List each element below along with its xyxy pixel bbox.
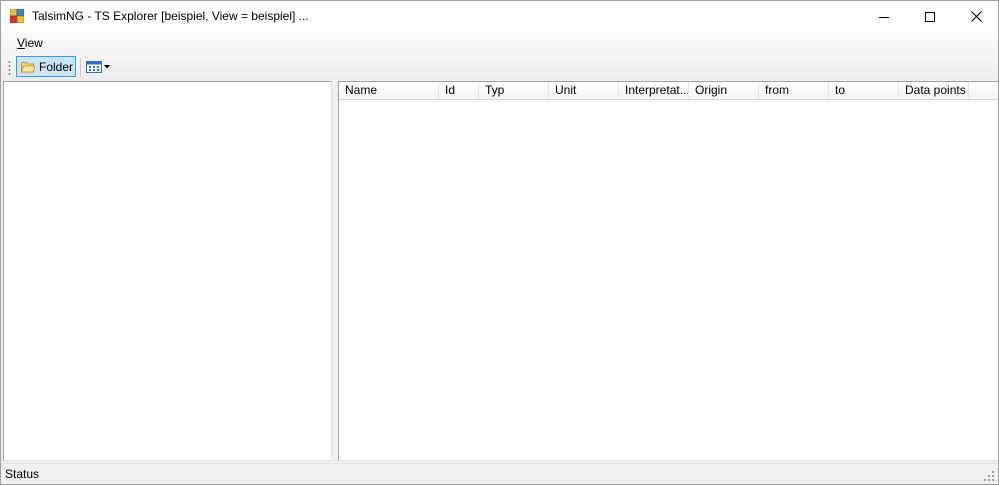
- menu-item-view[interactable]: View: [11, 35, 49, 52]
- close-icon: [970, 11, 982, 22]
- folder-tree-panel[interactable]: [3, 81, 332, 461]
- toolbar-grip[interactable]: [8, 60, 11, 76]
- list-header: Name Id Typ Unit Interpretat... Origin f…: [339, 82, 998, 100]
- title-bar[interactable]: TalsimNG - TS Explorer [beispiel, View =…: [1, 1, 998, 32]
- maximize-button[interactable]: [907, 1, 953, 32]
- minimize-icon: [879, 16, 889, 18]
- maximize-icon: [925, 11, 935, 22]
- folder-button-label: Folder: [39, 59, 74, 74]
- column-header-origin[interactable]: Origin: [689, 82, 759, 99]
- folder-button[interactable]: Folder: [16, 56, 76, 77]
- main-window: TalsimNG - TS Explorer [beispiel, View =…: [0, 0, 999, 485]
- minimize-button[interactable]: [861, 1, 907, 32]
- column-header-id[interactable]: Id: [439, 82, 479, 99]
- menu-item-view-access-key: V: [17, 36, 25, 50]
- column-header-name[interactable]: Name: [339, 82, 439, 99]
- column-header-interpretation[interactable]: Interpretat...: [619, 82, 689, 99]
- column-header-to[interactable]: to: [829, 82, 899, 99]
- view-mode-dropdown-button[interactable]: [84, 57, 112, 77]
- column-header-unit[interactable]: Unit: [549, 82, 619, 99]
- column-header-data-points[interactable]: Data points: [899, 82, 969, 99]
- talsim-app-icon: [10, 9, 24, 23]
- window-title: TalsimNG - TS Explorer [beispiel, View =…: [32, 9, 309, 23]
- status-text: Status: [5, 467, 40, 481]
- toolbar-separator: [80, 58, 81, 76]
- column-header-from[interactable]: from: [759, 82, 829, 99]
- details-view-icon: [86, 61, 102, 73]
- status-bar: Status: [1, 463, 998, 484]
- folder-icon: [21, 61, 35, 72]
- resize-grip-icon[interactable]: [984, 471, 995, 482]
- menu-item-view-label: iew: [24, 36, 43, 50]
- dropdown-arrow-icon: [104, 65, 110, 69]
- close-button[interactable]: [953, 1, 998, 32]
- column-header-typ[interactable]: Typ: [479, 82, 549, 99]
- timeseries-list-panel[interactable]: Name Id Typ Unit Interpretat... Origin f…: [338, 81, 998, 461]
- toolbar: Folder: [1, 55, 998, 80]
- menu-bar: View: [1, 32, 998, 55]
